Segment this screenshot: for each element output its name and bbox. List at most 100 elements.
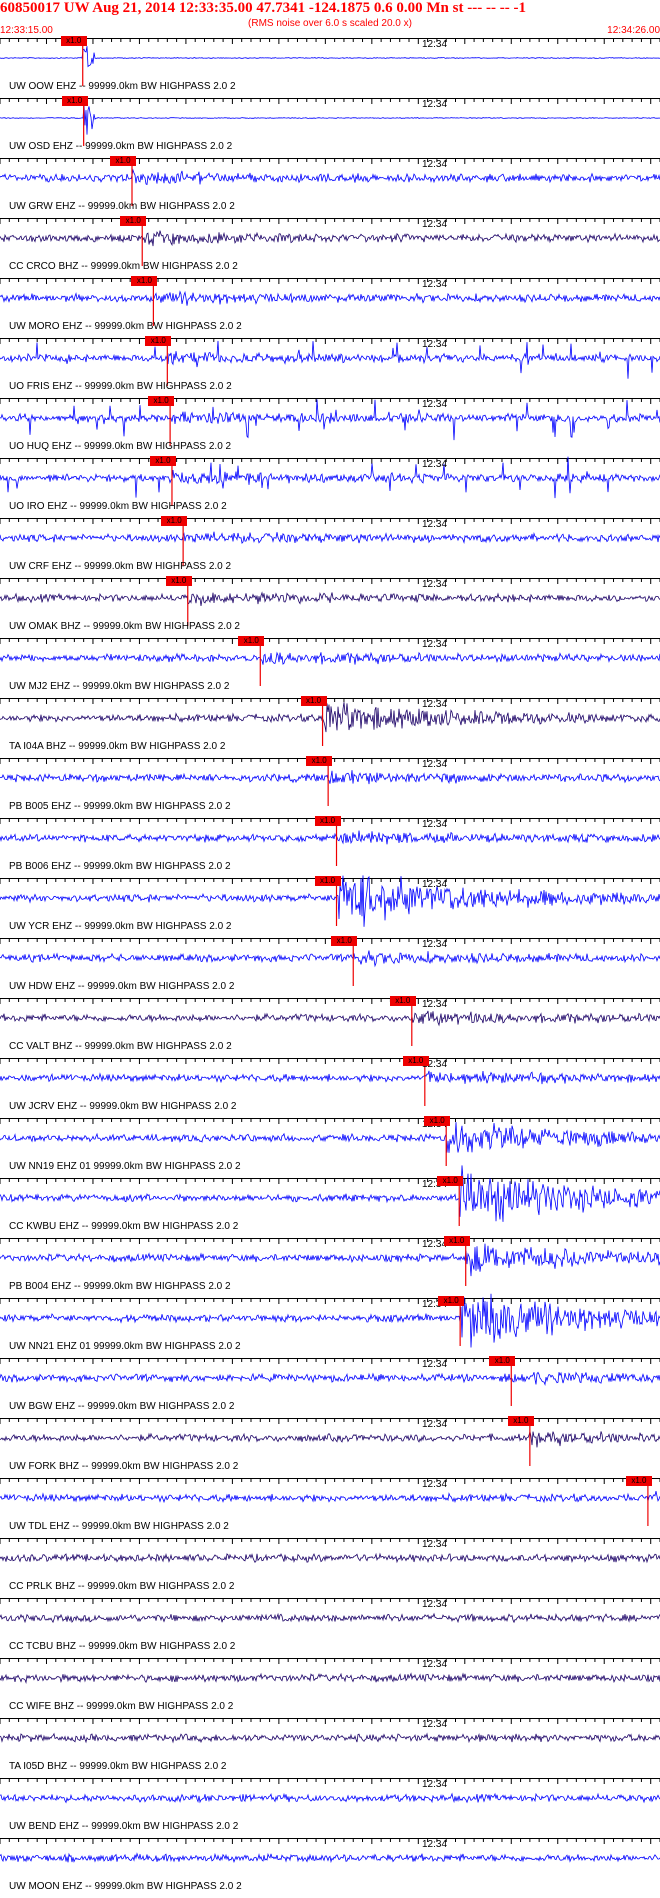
trace-row: 12:34 UW BEND EHZ -- 99999.0km BW HIGHPAS… <box>0 1778 660 1838</box>
station-label: UW MJ2 EHZ -- 99999.0km BW HIGHPASS 2.0 … <box>9 681 230 692</box>
trace-row: 12:34 CC PRLK BHZ -- 99999.0km BW HIGHPAS… <box>0 1538 660 1598</box>
trace-row: 12:34 x1.0 CC VALT BHZ -- 99999.0km BW HIG… <box>0 996 660 1058</box>
pick-tag: x1.0 <box>314 876 341 886</box>
pick-tag: x1.0 <box>61 96 88 106</box>
minute-label: 12:34 <box>422 459 448 470</box>
waveform <box>0 1732 660 1744</box>
minute-label: 12:34 <box>422 1839 448 1850</box>
pick-tag: x1.0 <box>60 36 87 46</box>
minute-label: 12:34 <box>422 99 448 110</box>
waveform <box>0 290 660 306</box>
trace-row: 12:34 x1.0 UO HUQ EHZ -- 99999.0km BW HIGH… <box>0 396 660 458</box>
station-label: PB B004 EHZ -- 99999.0km BW HIGHPASS 2.0… <box>9 1281 231 1292</box>
waveform <box>0 651 660 665</box>
noise-subtitle: (RMS noise over 6.0 s scaled 20.0 x) <box>248 18 412 29</box>
pick-tag: x1.0 <box>507 1416 534 1426</box>
waveform <box>0 1293 660 1348</box>
station-label: TA I05D BHZ -- 99999.0km BW HIGHPASS 2.0… <box>9 1761 227 1772</box>
trace-row: 12:34 x1.0 UW MJ2 EHZ -- 99999.0km BW HIGH… <box>0 636 660 698</box>
waveform <box>0 399 660 441</box>
waveform <box>0 230 660 247</box>
minute-label: 12:34 <box>422 399 448 410</box>
pick-tag: x1.0 <box>145 336 172 346</box>
pick-tag: x1.0 <box>165 576 192 586</box>
station-label: UW MOON EHZ -- 99999.0km BW HIGHPASS 2.0… <box>9 1881 242 1892</box>
waveform <box>0 340 660 379</box>
waveform <box>0 1552 660 1564</box>
pick-tag: x1.0 <box>489 1356 516 1366</box>
waveform <box>0 531 660 545</box>
minute-label: 12:34 <box>422 819 448 830</box>
waveform <box>0 1491 660 1504</box>
waveform <box>0 591 660 607</box>
waveform <box>0 1431 660 1448</box>
minute-label: 12:34 <box>422 1599 448 1610</box>
station-label: UW BEND EHZ -- 99999.0km BW HIGHPASS 2.0… <box>9 1821 239 1832</box>
pick-tag: x1.0 <box>402 1056 429 1066</box>
pick-tag: x1.0 <box>438 1296 465 1306</box>
trace-row: 12:34 x1.0 PB B006 EHZ -- 99999.0km BW HIG… <box>0 816 660 878</box>
waveform <box>0 1010 660 1027</box>
station-label: UW OOW EHZ -- 99999.0km BW HIGHPASS 2.0 … <box>9 81 236 92</box>
waveform <box>0 830 660 845</box>
trace-row: 12:34 x1.0 UW OSD EHZ -- 99999.0km BW HIGH… <box>0 96 660 158</box>
station-label: UW BGW EHZ -- 99999.0km BW HIGHPASS 2.0 … <box>9 1401 235 1412</box>
trace-row: 12:34 x1.0 UW CRF EHZ -- 99999.0km BW HIGH… <box>0 516 660 578</box>
pick-tag: x1.0 <box>314 816 341 826</box>
minute-label: 12:34 <box>422 1539 448 1550</box>
pick-tag: x1.0 <box>110 156 136 166</box>
minute-label: 12:34 <box>422 1359 448 1370</box>
trace-row: 12:34 x1.0 UW JCRV EHZ -- 99999.0km BW HIG… <box>0 1056 660 1118</box>
pick-tag: x1.0 <box>161 516 188 526</box>
pick-tag: x1.0 <box>389 996 416 1006</box>
station-label: CC VALT BHZ -- 99999.0km BW HIGHPASS 2.0… <box>9 1041 232 1052</box>
pick-tag: x1.0 <box>131 276 158 286</box>
pick-tag: x1.0 <box>331 936 358 946</box>
start-time: 12:33:15.00 <box>0 25 53 36</box>
station-label: UO HUQ EHZ -- 99999.0km BW HIGHPASS 2.0 … <box>9 441 232 452</box>
waveform <box>0 1122 660 1153</box>
minute-label: 12:34 <box>422 279 448 290</box>
pick-tag: x1.0 <box>437 1176 464 1186</box>
pick-tag: x1.0 <box>148 396 175 406</box>
station-label: UW MORO EHZ -- 99999.0km BW HIGHPASS 2.0… <box>9 321 242 332</box>
trace-row: 12:34 x1.0 UW FORK BHZ -- 99999.0km BW HIG… <box>0 1416 660 1478</box>
trace-row: 12:34 x1.0 UW NN21 EHZ 01 99999.0km BW HIG… <box>0 1293 660 1358</box>
waveform <box>0 1612 660 1624</box>
minute-label: 12:34 <box>422 159 448 170</box>
station-label: CC CRCO BHZ -- 99999.0km BW HIGHPASS 2.0… <box>9 261 238 272</box>
trace-row: 12:34 x1.0 PB B005 EHZ -- 99999.0km BW HIG… <box>0 756 660 818</box>
pick-tag: x1.0 <box>238 636 265 646</box>
minute-label: 12:34 <box>422 999 448 1010</box>
station-label: UW JCRV EHZ -- 99999.0km BW HIGHPASS 2.0… <box>9 1101 237 1112</box>
waveform <box>0 770 660 785</box>
waveform <box>0 950 660 968</box>
minute-label: 12:34 <box>422 1479 448 1490</box>
waveform <box>0 1243 660 1277</box>
trace-row: 12:34 x1.0 CC KWBU EHZ -- 99999.0km BW HIG… <box>0 1165 660 1238</box>
waveform <box>0 168 660 186</box>
trace-row: 12:34 x1.0 UW YCR EHZ -- 99999.0km BW HIGH… <box>0 875 660 938</box>
trace-row: 12:34 TA I05D BHZ -- 99999.0km BW HIGHPAS… <box>0 1718 660 1778</box>
trace-row: 12:34 CC TCBU BHZ -- 99999.0km BW HIGHPAS… <box>0 1598 660 1658</box>
station-label: CC PRLK BHZ -- 99999.0km BW HIGHPASS 2.0… <box>9 1581 235 1592</box>
waveform <box>0 46 660 68</box>
station-label: UW FORK BHZ -- 99999.0km BW HIGHPASS 2.0… <box>9 1461 239 1472</box>
waveform <box>0 1070 660 1085</box>
trace-row: 12:34 x1.0 UW GRW EHZ -- 99999.0km BW HIGH… <box>0 156 660 218</box>
trace-row: 12:34 x1.0 TA I04A BHZ -- 99999.0km BW HIG… <box>0 696 660 758</box>
station-label: PB B006 EHZ -- 99999.0km BW HIGHPASS 2.0… <box>9 861 231 872</box>
station-label: UW CRF EHZ -- 99999.0km BW HIGHPASS 2.0 … <box>9 561 232 572</box>
minute-label: 12:34 <box>422 1419 448 1430</box>
header: 60850017 UW Aug 21, 2014 12:33:35.00 47.… <box>0 0 660 36</box>
trace-row: 12:34 x1.0 UO IRO EHZ -- 99999.0km BW HIGH… <box>0 456 660 518</box>
trace-row: 12:34 x1.0 CC CRCO BHZ -- 99999.0km BW HIG… <box>0 216 660 278</box>
trace-row: 12:34 x1.0 UW OOW EHZ -- 99999.0km BW HIGH… <box>0 36 660 98</box>
station-label: UW OMAK BHZ -- 99999.0km BW HIGHPASS 2.0… <box>9 621 240 632</box>
minute-label: 12:34 <box>422 879 448 890</box>
minute-label: 12:34 <box>422 1719 448 1730</box>
station-label: CC KWBU EHZ -- 99999.0km BW HIGHPASS 2.0… <box>9 1221 239 1232</box>
trace-row: 12:34 x1.0 UW TDL EHZ -- 99999.0km BW HIGH… <box>0 1476 660 1538</box>
trace-row: 12:34 x1.0 UW MORO EHZ -- 99999.0km BW HIG… <box>0 276 660 338</box>
station-label: UW NN21 EHZ 01 99999.0km BW HIGHPASS 2.0… <box>9 1341 241 1352</box>
